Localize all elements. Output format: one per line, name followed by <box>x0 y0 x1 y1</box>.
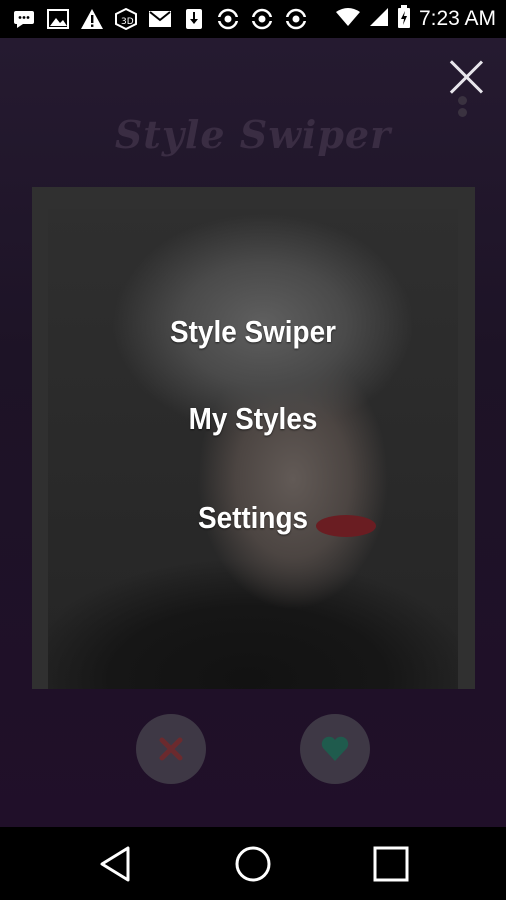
dislike-button[interactable] <box>136 714 206 784</box>
wifi-icon <box>335 7 361 31</box>
menu-item-style-swiper[interactable]: Style Swiper <box>25 314 480 350</box>
status-bar: 3D 7:23 AM <box>0 0 506 38</box>
system-indicators: 7:23 AM <box>335 5 496 33</box>
clock: 7:23 AM <box>418 7 496 30</box>
sync-icon <box>250 7 274 31</box>
back-icon[interactable] <box>94 843 138 885</box>
menu-item-settings[interactable]: Settings <box>25 500 480 536</box>
home-icon[interactable] <box>231 843 275 885</box>
warning-icon <box>80 7 104 31</box>
sync-icon <box>284 7 308 31</box>
mail-icon <box>148 7 172 31</box>
sync-icon <box>216 7 240 31</box>
image-icon <box>46 7 70 31</box>
battery-icon <box>397 5 411 33</box>
style-card[interactable] <box>32 187 475 689</box>
navigation-bar <box>0 827 506 900</box>
menu-item-my-styles[interactable]: My Styles <box>25 401 480 437</box>
style-photo <box>48 209 458 689</box>
like-button[interactable] <box>300 714 370 784</box>
heart-icon <box>321 736 349 761</box>
message-icon <box>12 7 36 31</box>
app-screen: Style Swiper Style Swiper My Styles Sett… <box>0 38 506 827</box>
recents-icon[interactable] <box>369 843 413 885</box>
close-menu-button[interactable] <box>448 58 484 96</box>
signal-icon <box>369 7 389 31</box>
cube-icon: 3D <box>114 7 138 31</box>
notification-icons: 3D <box>12 7 308 31</box>
download-icon <box>182 7 206 31</box>
overflow-menu-icon[interactable] <box>456 96 468 124</box>
svg-text:3D: 3D <box>121 17 134 27</box>
x-icon <box>159 737 183 761</box>
app-title: Style Swiper <box>114 112 392 157</box>
